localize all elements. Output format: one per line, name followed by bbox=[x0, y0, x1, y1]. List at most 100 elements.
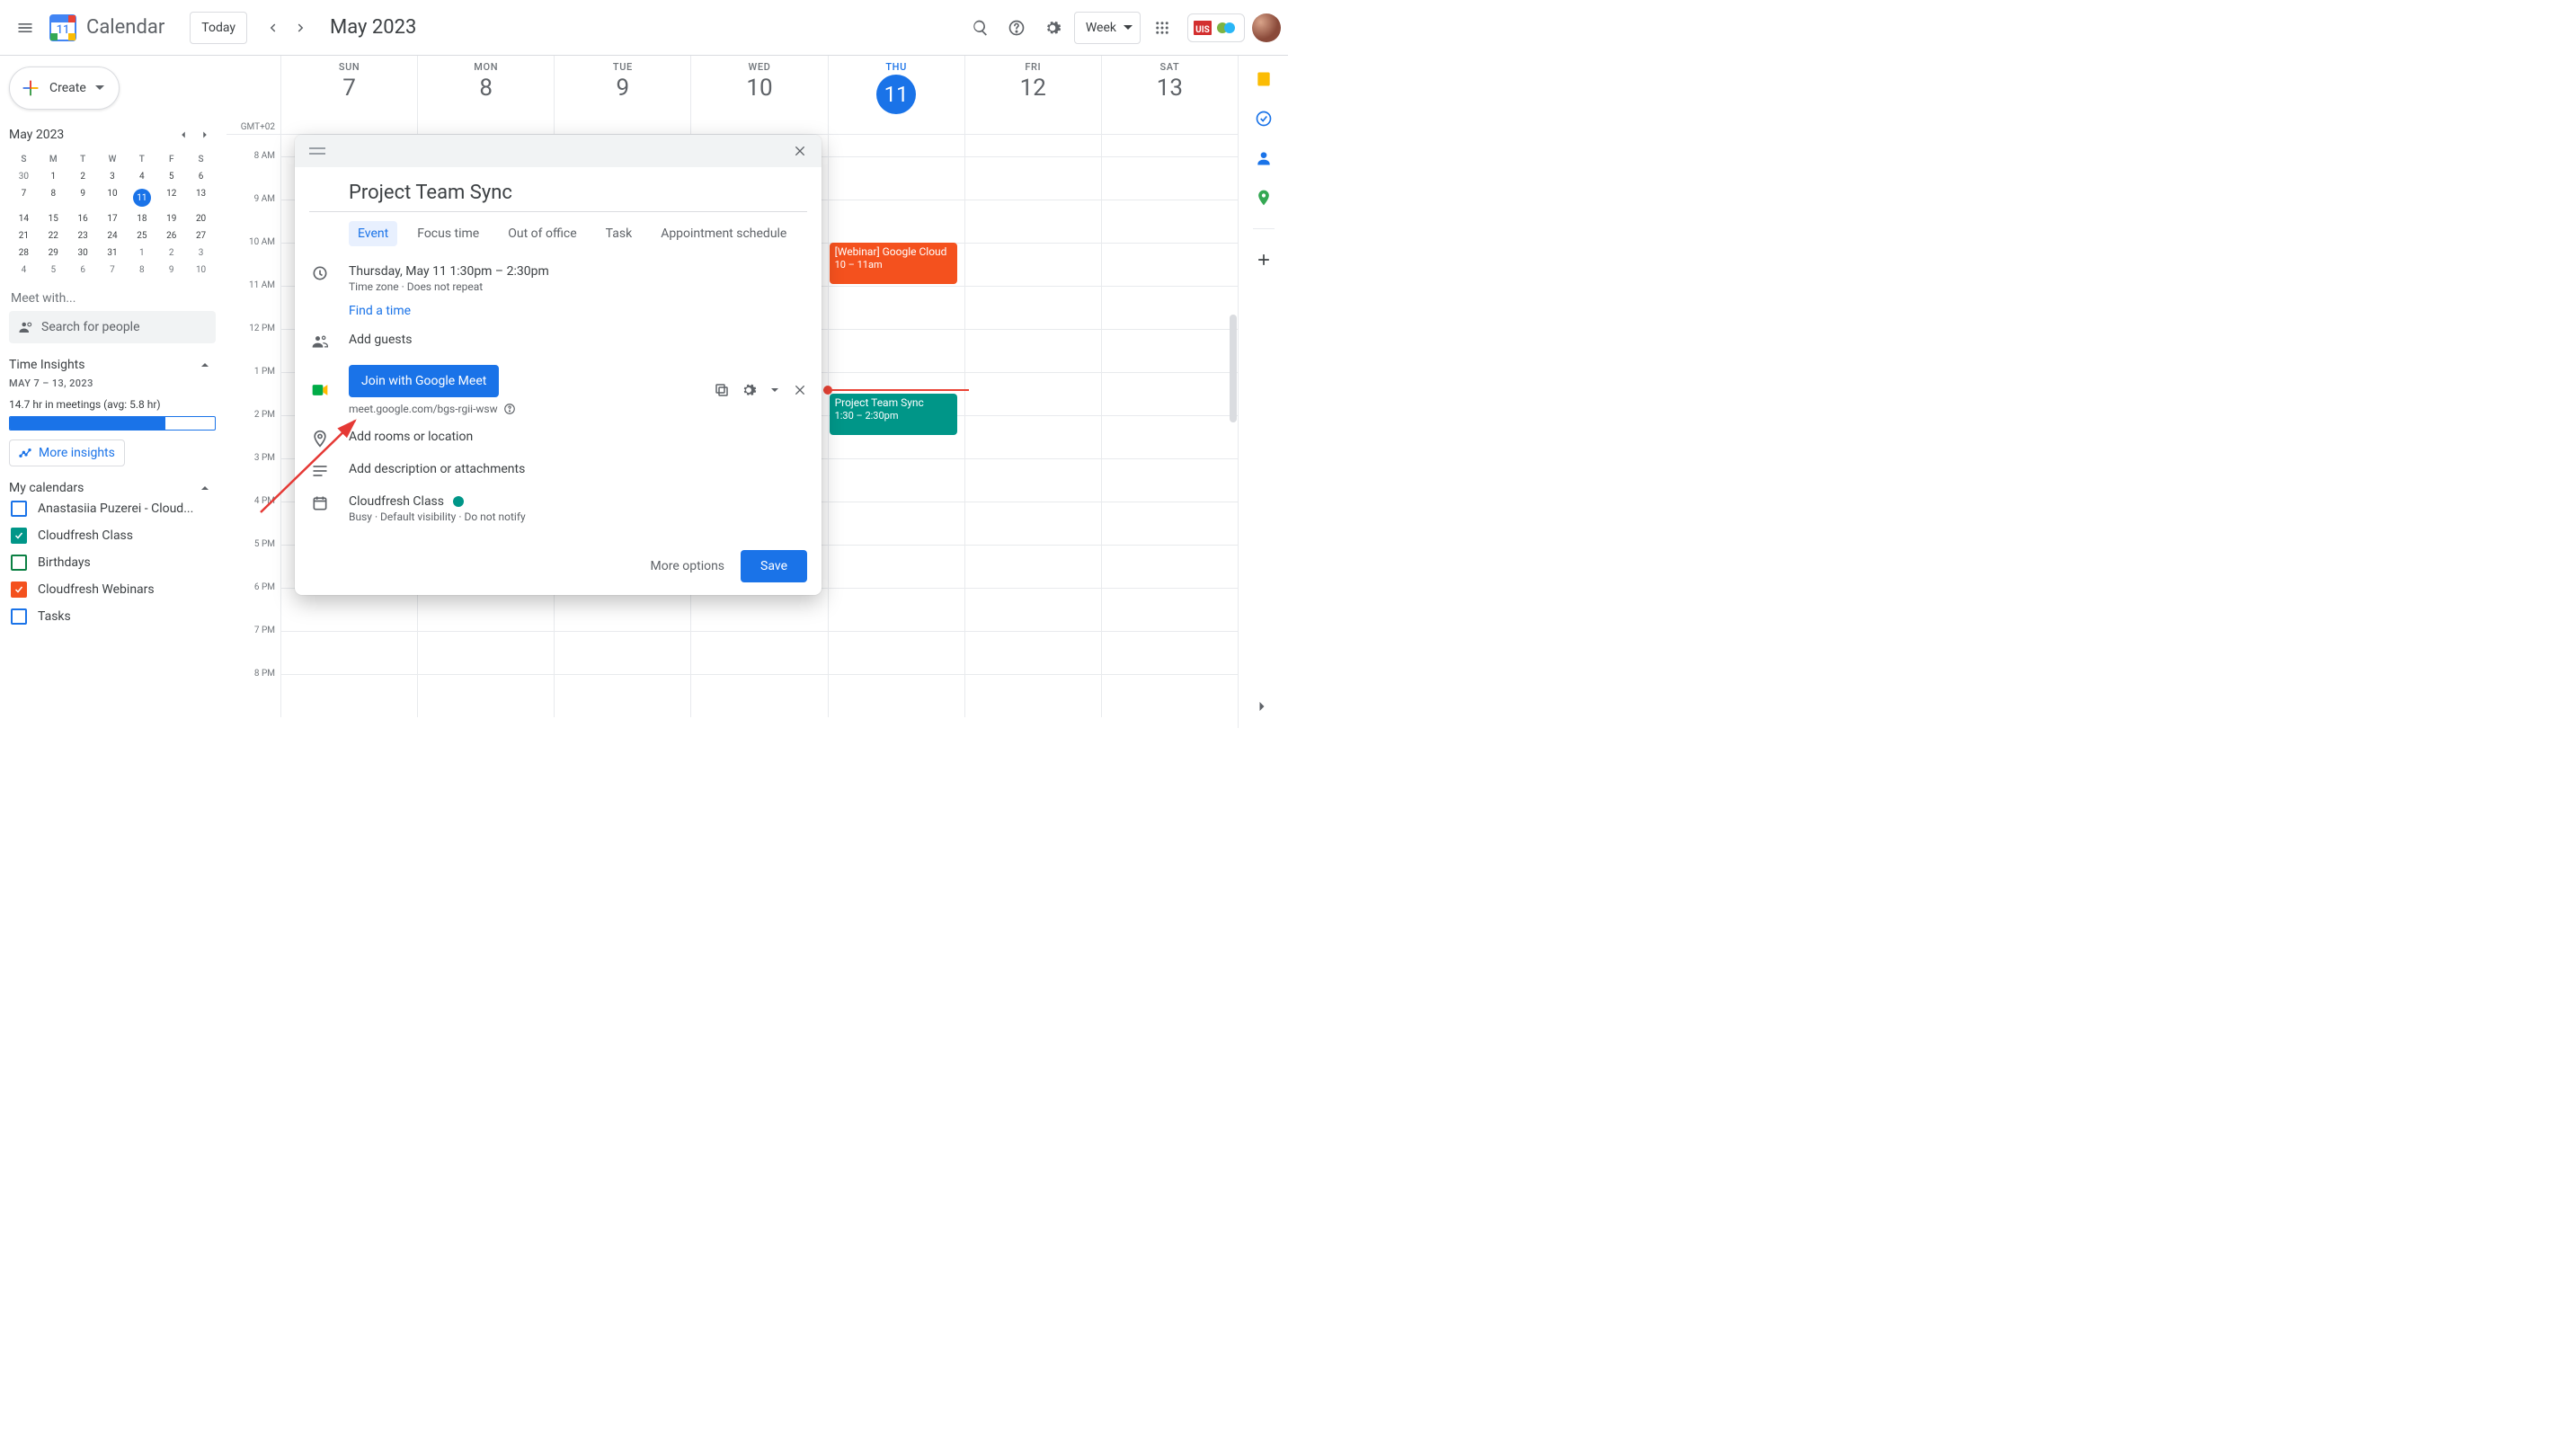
grid-cell[interactable] bbox=[1101, 243, 1238, 286]
mini-day[interactable]: 3 bbox=[98, 168, 128, 185]
grid-cell[interactable] bbox=[1101, 631, 1238, 674]
grid-cell[interactable] bbox=[1101, 502, 1238, 545]
collapse-side-panel-button[interactable] bbox=[1253, 697, 1275, 719]
mini-day[interactable]: 5 bbox=[156, 168, 186, 185]
create-button[interactable]: Create bbox=[9, 67, 120, 110]
mini-day[interactable]: 1 bbox=[39, 168, 68, 185]
mini-day[interactable]: 10 bbox=[98, 185, 128, 210]
my-calendars-header[interactable]: My calendars bbox=[9, 481, 216, 495]
grid-cell[interactable] bbox=[964, 502, 1101, 545]
mini-day[interactable]: 29 bbox=[39, 244, 68, 262]
day-header[interactable]: SAT13 bbox=[1101, 56, 1238, 134]
event-type-tab[interactable]: Focus time bbox=[408, 221, 488, 246]
mini-day[interactable]: 6 bbox=[186, 168, 216, 185]
mini-day[interactable]: 20 bbox=[186, 210, 216, 227]
calendar-checkbox[interactable] bbox=[11, 582, 27, 598]
today-button[interactable]: Today bbox=[190, 12, 247, 44]
add-location-input[interactable]: Add rooms or location bbox=[349, 430, 807, 444]
contacts-addon-button[interactable] bbox=[1255, 149, 1273, 167]
mini-day[interactable]: 24 bbox=[98, 227, 128, 244]
close-icon[interactable] bbox=[793, 383, 807, 397]
grid-cell[interactable] bbox=[1101, 588, 1238, 631]
mini-day[interactable]: 9 bbox=[68, 185, 98, 210]
mini-day[interactable]: 14 bbox=[9, 210, 39, 227]
tasks-addon-button[interactable] bbox=[1255, 110, 1273, 128]
mini-day[interactable]: 16 bbox=[68, 210, 98, 227]
next-period-button[interactable] bbox=[287, 13, 315, 42]
mini-day[interactable]: 6 bbox=[68, 262, 98, 279]
mini-day[interactable]: 8 bbox=[127, 262, 156, 279]
grid-cell[interactable] bbox=[964, 458, 1101, 502]
calendar-list-item[interactable]: Cloudfresh Webinars bbox=[9, 576, 216, 603]
mini-prev-button[interactable] bbox=[173, 124, 194, 146]
google-apps-button[interactable] bbox=[1144, 10, 1180, 46]
event-type-tab[interactable]: Task bbox=[597, 221, 642, 246]
drag-handle-icon[interactable] bbox=[309, 146, 325, 156]
grid-cell[interactable] bbox=[828, 588, 964, 631]
add-guests-input[interactable]: Add guests bbox=[349, 333, 807, 347]
view-switcher[interactable]: Week bbox=[1074, 12, 1141, 44]
calendar-event[interactable]: [Webinar] Google Cloud10 – 11am bbox=[830, 243, 957, 284]
grid-cell[interactable] bbox=[964, 674, 1101, 717]
mini-day[interactable]: 13 bbox=[186, 185, 216, 210]
day-header[interactable]: FRI12 bbox=[964, 56, 1101, 134]
prev-period-button[interactable] bbox=[258, 13, 287, 42]
help-icon[interactable] bbox=[503, 403, 516, 415]
grid-cell[interactable] bbox=[964, 286, 1101, 329]
grid-cell[interactable] bbox=[964, 545, 1101, 588]
calendar-list-item[interactable]: Anastasiia Puzerei - Cloud... bbox=[9, 495, 216, 522]
event-calendar-name[interactable]: Cloudfresh Class bbox=[349, 494, 444, 509]
grid-cell[interactable] bbox=[828, 329, 964, 372]
mini-day[interactable]: 18 bbox=[127, 210, 156, 227]
calendar-checkbox[interactable] bbox=[11, 501, 27, 517]
mini-day[interactable]: 2 bbox=[68, 168, 98, 185]
org-brand-badge[interactable]: UIS bbox=[1187, 13, 1245, 42]
grid-cell[interactable] bbox=[1101, 329, 1238, 372]
mini-day[interactable]: 10 bbox=[186, 262, 216, 279]
mini-day[interactable]: 4 bbox=[9, 262, 39, 279]
grid-cell[interactable] bbox=[964, 243, 1101, 286]
mini-next-button[interactable] bbox=[194, 124, 216, 146]
calendar-checkbox[interactable] bbox=[11, 528, 27, 544]
mini-day[interactable]: 7 bbox=[9, 185, 39, 210]
grid-cell[interactable] bbox=[1101, 415, 1238, 458]
mini-day[interactable]: 30 bbox=[68, 244, 98, 262]
day-header[interactable]: THU11 bbox=[828, 56, 964, 134]
event-title-input[interactable]: Project Team Sync bbox=[309, 178, 807, 212]
grid-cell[interactable] bbox=[964, 588, 1101, 631]
grid-cell[interactable] bbox=[828, 545, 964, 588]
find-a-time-link[interactable]: Find a time bbox=[349, 304, 807, 318]
mini-day[interactable]: 22 bbox=[39, 227, 68, 244]
event-type-tab[interactable]: Event bbox=[349, 221, 397, 246]
gear-icon[interactable] bbox=[741, 382, 757, 398]
grid-cell[interactable] bbox=[964, 156, 1101, 200]
calendar-event[interactable]: Project Team Sync1:30 – 2:30pm bbox=[830, 394, 957, 435]
calendar-list-item[interactable]: Birthdays bbox=[9, 549, 216, 576]
day-header[interactable]: TUE9 bbox=[554, 56, 690, 134]
add-description-input[interactable]: Add description or attachments bbox=[349, 462, 807, 476]
join-meet-button[interactable]: Join with Google Meet bbox=[349, 365, 499, 397]
grid-cell[interactable] bbox=[828, 674, 964, 717]
grid-cell[interactable] bbox=[1101, 156, 1238, 200]
event-datetime-text[interactable]: Thursday, May 11 1:30pm – 2:30pm bbox=[349, 264, 807, 279]
copy-icon[interactable] bbox=[714, 382, 730, 398]
grid-cell[interactable] bbox=[280, 674, 417, 717]
grid-cell[interactable] bbox=[964, 415, 1101, 458]
grid-cell[interactable] bbox=[417, 674, 554, 717]
day-header[interactable]: MON8 bbox=[417, 56, 554, 134]
grid-cell[interactable] bbox=[1101, 372, 1238, 415]
chevron-down-icon[interactable] bbox=[768, 383, 782, 397]
event-type-tab[interactable]: Out of office bbox=[499, 221, 585, 246]
main-menu-button[interactable] bbox=[7, 10, 43, 46]
get-addons-button[interactable] bbox=[1255, 251, 1273, 269]
mini-day[interactable]: 11 bbox=[127, 185, 156, 210]
search-people-input[interactable]: Search for people bbox=[9, 311, 216, 343]
grid-cell[interactable] bbox=[828, 458, 964, 502]
account-avatar[interactable] bbox=[1252, 13, 1281, 42]
calendar-list-item[interactable]: Tasks bbox=[9, 603, 216, 630]
more-options-button[interactable]: More options bbox=[651, 559, 725, 573]
grid-cell[interactable] bbox=[828, 631, 964, 674]
mini-day[interactable]: 2 bbox=[156, 244, 186, 262]
grid-cell[interactable] bbox=[964, 372, 1101, 415]
grid-cell[interactable] bbox=[690, 631, 827, 674]
